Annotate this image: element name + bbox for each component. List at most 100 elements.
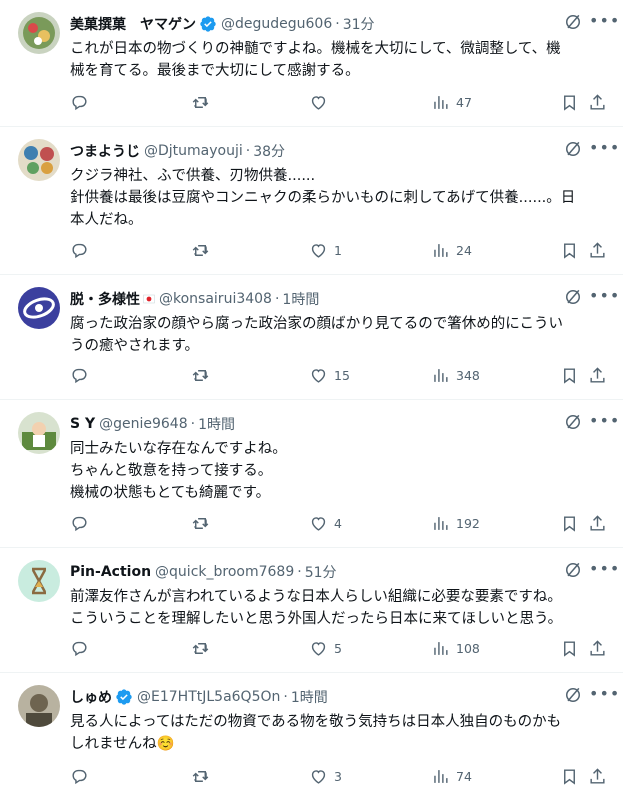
- share-button[interactable]: [588, 366, 607, 385]
- action-bar: 3 74: [62, 764, 607, 788]
- reply-button[interactable]: [70, 241, 95, 260]
- reply-button[interactable]: [70, 366, 95, 385]
- bookmark-button[interactable]: [560, 514, 579, 533]
- retweet-button[interactable]: [191, 241, 216, 260]
- share-icon: [590, 767, 605, 784]
- share-button[interactable]: [588, 241, 607, 260]
- like-button[interactable]: 5: [309, 639, 342, 658]
- reply-button[interactable]: [70, 767, 95, 786]
- views-icon: [434, 243, 448, 257]
- more-icon[interactable]: •••: [589, 410, 619, 432]
- share-button[interactable]: [588, 767, 607, 786]
- grok-icon[interactable]: [563, 139, 583, 159]
- like-button[interactable]: [309, 93, 334, 112]
- timestamp[interactable]: 38分: [253, 141, 285, 161]
- more-icon[interactable]: •••: [589, 683, 619, 705]
- like-count: 15: [334, 367, 350, 383]
- author-name[interactable]: つまようじ: [70, 141, 140, 161]
- share-icon: [590, 366, 605, 383]
- views-button[interactable]: 348: [431, 366, 480, 385]
- author-name[interactable]: しゅめ: [70, 687, 112, 707]
- share-button[interactable]: [588, 514, 607, 533]
- author-handle[interactable]: @genie9648: [99, 416, 188, 432]
- like-button[interactable]: 15: [309, 366, 350, 385]
- more-icon[interactable]: •••: [589, 558, 619, 580]
- tweet-text-line: 腐った政治家の顔やら腐った政治家の顔ばかり見てるので箸休め的にこうい: [70, 316, 563, 332]
- bookmark-button[interactable]: [560, 366, 579, 385]
- tweet-text: 前澤友作さんが言われているような日本人らしい組織に必要な要素ですね。 こういうこ…: [70, 586, 601, 630]
- reply-icon: [72, 516, 87, 531]
- author-handle[interactable]: @quick_broom7689: [155, 564, 294, 580]
- author-name[interactable]: 脱・多様性: [70, 289, 140, 309]
- bookmark-button[interactable]: [560, 93, 579, 112]
- author-name[interactable]: Pin-Action: [70, 564, 151, 580]
- grok-icon[interactable]: [563, 287, 583, 307]
- views-button[interactable]: 24: [431, 241, 472, 260]
- views-button[interactable]: 192: [431, 514, 480, 533]
- views-icon: [434, 368, 448, 382]
- grok-icon[interactable]: [563, 412, 583, 432]
- tweet[interactable]: S Y @genie9648 · 1時間 ••• 同士みたいな存在なんですよね。…: [0, 400, 623, 548]
- view-count: 47: [456, 94, 472, 110]
- tweet[interactable]: 美菓撰菓 ヤマゲン @degudegu606 · 31分 ••• これが日本の物…: [0, 0, 623, 127]
- reply-button[interactable]: [70, 639, 95, 658]
- bookmark-button[interactable]: [560, 767, 579, 786]
- bookmark-icon: [564, 94, 575, 111]
- share-button[interactable]: [588, 639, 607, 658]
- author-handle[interactable]: @Djtumayouji: [144, 143, 243, 159]
- retweet-button[interactable]: [191, 767, 216, 786]
- timestamp[interactable]: 1時間: [282, 289, 319, 309]
- reply-button[interactable]: [70, 514, 95, 533]
- tweet[interactable]: 脱・多様性 @konsairui3408 · 1時間 ••• 腐った政治家の顔や…: [0, 275, 623, 400]
- timestamp[interactable]: 1時間: [198, 414, 235, 434]
- avatar[interactable]: [18, 139, 60, 181]
- like-button[interactable]: 3: [309, 767, 342, 786]
- timestamp[interactable]: 31分: [343, 14, 375, 34]
- views-button[interactable]: 74: [431, 767, 472, 786]
- author-handle[interactable]: @E17HTtJL5a6Q5On: [137, 689, 280, 705]
- author-handle[interactable]: @konsairui3408: [159, 291, 272, 307]
- verified-badge-icon: [200, 16, 216, 32]
- action-bar: 47: [62, 90, 607, 114]
- more-icon[interactable]: •••: [589, 285, 619, 307]
- views-icon: [434, 641, 448, 655]
- tweet[interactable]: Pin-Action @quick_broom7689 · 51分 ••• 前澤…: [0, 548, 623, 673]
- retweet-button[interactable]: [191, 366, 216, 385]
- avatar[interactable]: [18, 412, 60, 454]
- bookmark-icon: [564, 640, 575, 657]
- separator-dot: ·: [190, 416, 196, 432]
- avatar[interactable]: [18, 287, 60, 329]
- bookmark-button[interactable]: [560, 241, 579, 260]
- tweet-text-line: うの癒やされます。: [70, 338, 200, 354]
- more-icon[interactable]: •••: [589, 137, 619, 159]
- avatar[interactable]: [18, 12, 60, 54]
- author-name[interactable]: 美菓撰菓 ヤマゲン: [70, 14, 196, 34]
- author-name[interactable]: S Y: [70, 416, 95, 432]
- grok-icon[interactable]: [563, 560, 583, 580]
- like-button[interactable]: 1: [309, 241, 342, 260]
- grok-icon[interactable]: [563, 685, 583, 705]
- more-icon[interactable]: •••: [589, 10, 619, 32]
- separator-dot: ·: [283, 689, 288, 705]
- tweet[interactable]: しゅめ @E17HTtJL5a6Q5On · 1時間 ••• 見る人によってはた…: [0, 673, 623, 800]
- timestamp[interactable]: 1時間: [291, 687, 328, 707]
- like-button[interactable]: 4: [309, 514, 342, 533]
- views-button[interactable]: 47: [431, 93, 472, 112]
- retweet-button[interactable]: [191, 514, 216, 533]
- tweet[interactable]: つまようじ @Djtumayouji · 38分 ••• クジラ神社、ふで供養、…: [0, 127, 623, 275]
- tweet-text-line: 機械の状態もとても綺麗です。: [70, 485, 271, 501]
- avatar[interactable]: [18, 560, 60, 602]
- author-handle[interactable]: @degudegu606: [221, 16, 332, 32]
- avatar[interactable]: [18, 685, 60, 727]
- share-button[interactable]: [588, 93, 607, 112]
- retweet-button[interactable]: [191, 93, 216, 112]
- grok-icon[interactable]: [563, 12, 583, 32]
- timestamp[interactable]: 51分: [305, 562, 337, 582]
- separator-dot: ·: [274, 291, 280, 307]
- retweet-button[interactable]: [191, 639, 216, 658]
- separator-dot: ·: [297, 564, 302, 580]
- bookmark-button[interactable]: [560, 639, 579, 658]
- reply-button[interactable]: [70, 93, 95, 112]
- views-button[interactable]: 108: [431, 639, 480, 658]
- reply-feed: 美菓撰菓 ヤマゲン @degudegu606 · 31分 ••• これが日本の物…: [0, 0, 623, 800]
